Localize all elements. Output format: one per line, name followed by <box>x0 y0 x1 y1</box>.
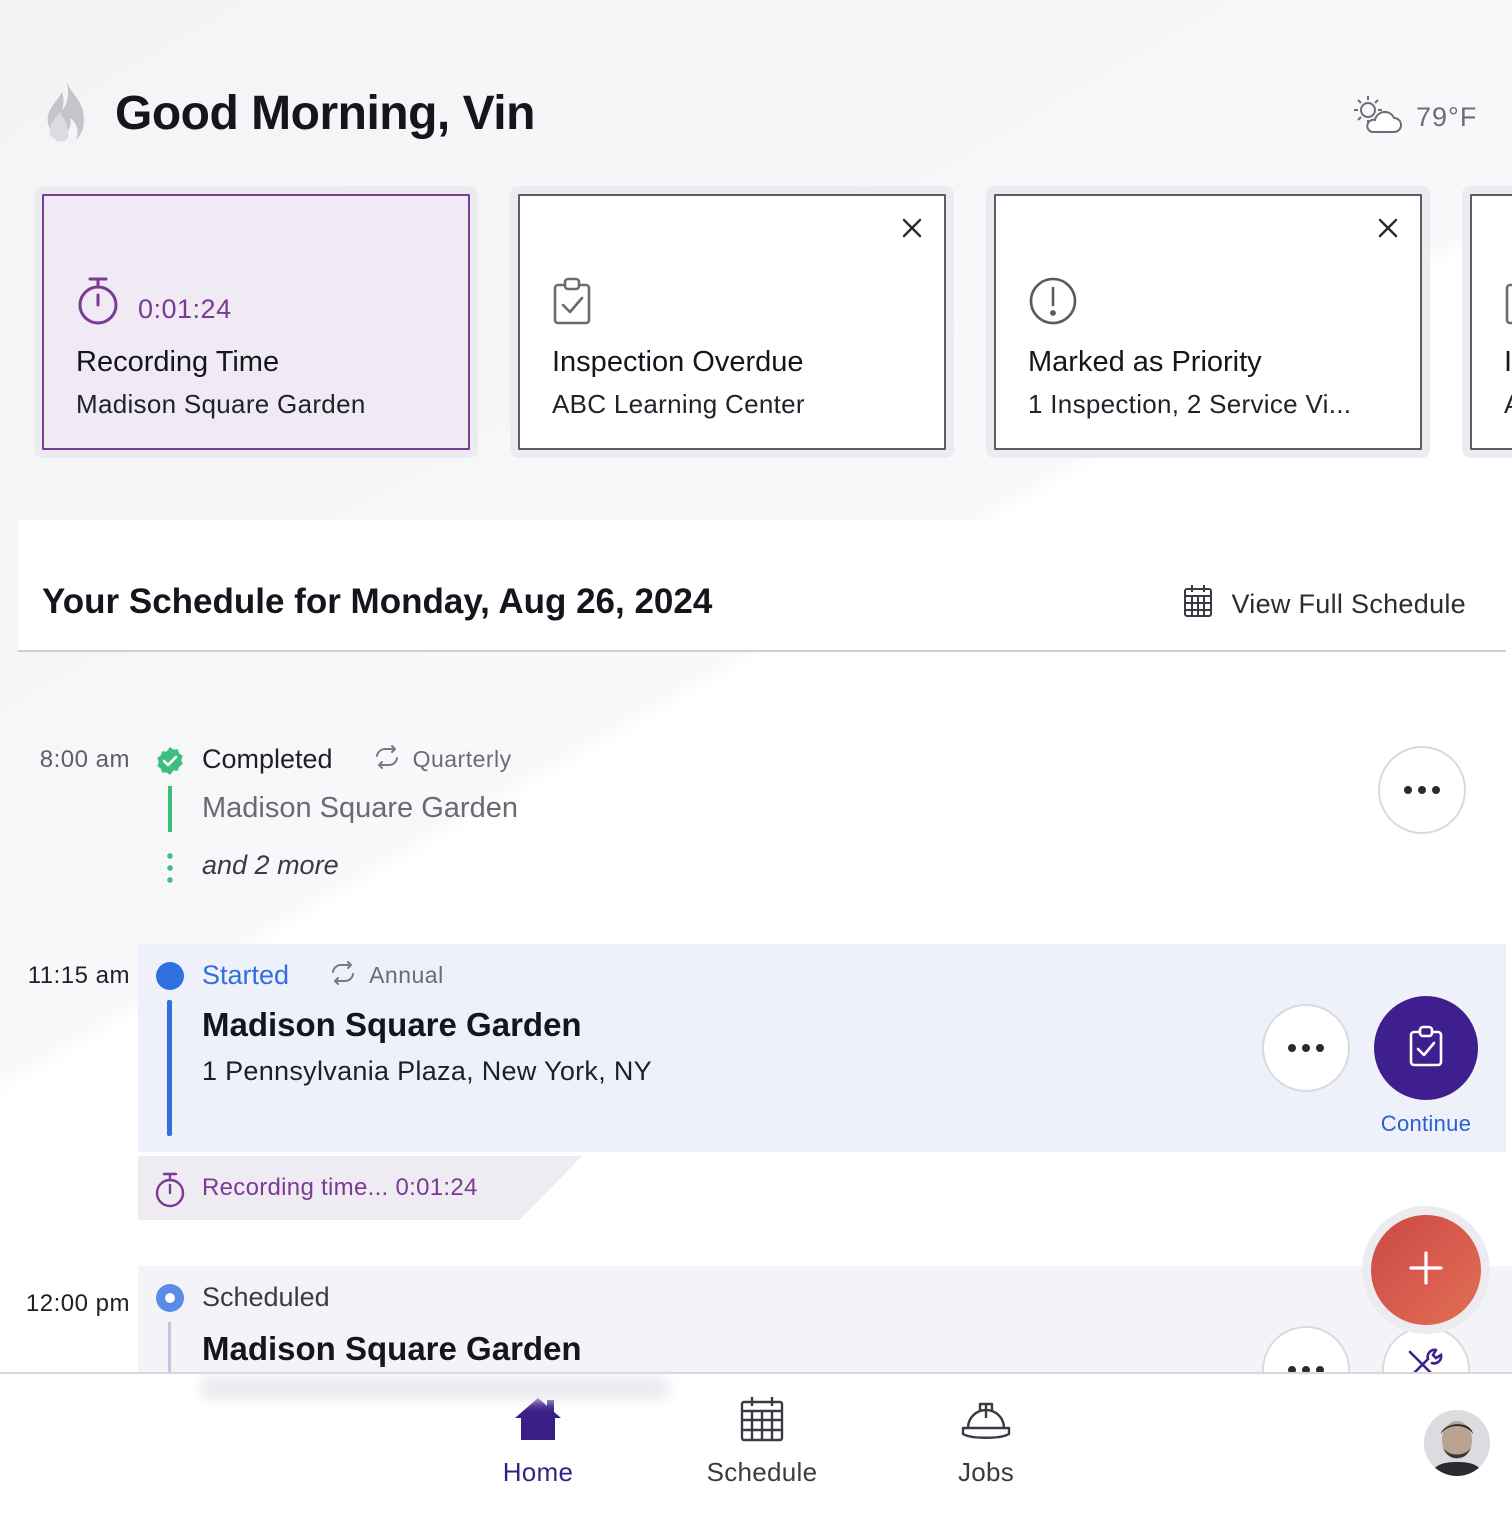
greeting-title: Good Morning, Vin <box>115 87 535 140</box>
recurrence: Annual <box>329 960 444 991</box>
card-subtitle: A <box>1504 389 1512 420</box>
card-timer-value: 0:01:24 <box>138 294 232 324</box>
plus-icon <box>1408 1250 1444 1291</box>
more-options-button[interactable] <box>1262 1004 1350 1092</box>
recording-time-value: 0:01:24 <box>395 1174 478 1201</box>
view-full-schedule-label: View Full Schedule <box>1231 589 1466 619</box>
user-avatar[interactable] <box>1424 1410 1490 1476</box>
nav-label: Jobs <box>957 1457 1015 1487</box>
continue-button[interactable] <box>1374 996 1478 1100</box>
weather-temperature: 79°F <box>1416 102 1478 132</box>
card-partial[interactable]: I A <box>1462 186 1512 458</box>
nav-label: Schedule <box>706 1457 818 1487</box>
clipboard-check-icon <box>552 276 592 331</box>
recording-label: Recording time... <box>202 1174 389 1201</box>
recording-time-strip[interactable]: Recording time... 0:01:24 <box>138 1156 582 1220</box>
schedule-entry-started[interactable]: Started Annual Madison Square Garden 1 P… <box>138 944 1506 1152</box>
clipboard-check-icon <box>1409 1025 1443 1072</box>
hard-hat-icon <box>960 1396 1012 1447</box>
status-dot-icon <box>156 1284 184 1312</box>
recurrence: Quarterly <box>373 744 512 775</box>
entry-location: Madison Square Garden <box>202 1006 582 1043</box>
card-inspection-overdue[interactable]: Inspection Overdue ABC Learning Center <box>510 186 954 458</box>
calendar-icon <box>1183 584 1213 625</box>
entry-time: 8:00 am <box>39 746 130 773</box>
schedule-header: Your Schedule for Monday, Aug 26, 2024 V… <box>18 520 1506 652</box>
card-marked-priority[interactable]: Marked as Priority 1 Inspection, 2 Servi… <box>986 186 1430 458</box>
flame-logo-icon <box>38 76 94 146</box>
card-subtitle: Madison Square Garden <box>76 389 366 419</box>
schedule-entry-scheduled[interactable]: Scheduled Madison Square Garden <box>138 1266 1512 1414</box>
card-subtitle: ABC Learning Center <box>552 389 805 419</box>
repeat-icon <box>329 960 357 991</box>
scroll-shadow <box>200 1376 670 1400</box>
entry-time: 12:00 pm <box>25 1290 130 1317</box>
continue-label[interactable]: Continue <box>1366 1111 1486 1137</box>
status-label: Scheduled <box>202 1282 330 1312</box>
nav-label: Home <box>502 1457 574 1487</box>
add-button[interactable] <box>1371 1215 1481 1325</box>
entry-location: Madison Square Garden <box>202 1330 582 1367</box>
repeat-icon <box>373 744 401 775</box>
schedule-title: Your Schedule for Monday, Aug 26, 2024 <box>42 582 713 621</box>
stopwatch-icon <box>154 1172 186 1213</box>
calendar-icon <box>740 1396 784 1447</box>
status-dot-icon <box>156 962 184 990</box>
home-icon <box>513 1396 563 1447</box>
entry-more[interactable]: and 2 more <box>202 850 339 881</box>
view-full-schedule-button[interactable]: View Full Schedule <box>1183 584 1466 625</box>
close-icon[interactable] <box>1372 212 1404 244</box>
timeline-line <box>168 786 172 832</box>
nav-item-home[interactable]: Home <box>458 1396 618 1488</box>
timeline-dots <box>167 850 173 886</box>
notification-cards[interactable]: 0:01:24 Recording Time Madison Square Ga… <box>34 186 1512 458</box>
ellipsis-icon <box>1288 1044 1324 1052</box>
timeline-line <box>167 1000 172 1136</box>
alert-circle-icon <box>1028 276 1078 331</box>
check-badge-icon <box>155 746 185 781</box>
nav-item-jobs[interactable]: Jobs <box>906 1396 1066 1488</box>
more-options-button[interactable] <box>1378 746 1466 834</box>
recurrence-label: Annual <box>369 962 444 988</box>
weather-widget: 79°F <box>1350 94 1477 141</box>
stopwatch-icon <box>76 276 120 331</box>
clipboard-check-icon <box>1504 276 1512 331</box>
card-title: I <box>1504 346 1512 378</box>
card-title: Marked as Priority <box>1028 346 1262 378</box>
status-label: Started <box>202 960 290 990</box>
entry-location: Madison Square Garden <box>202 792 518 824</box>
entry-address: 1 Pennsylvania Plaza, New York, NY <box>202 1056 652 1086</box>
schedule-entry-completed[interactable]: Completed Quarterly Madison Square Garde… <box>140 700 1512 920</box>
close-icon[interactable] <box>896 212 928 244</box>
nav-item-schedule[interactable]: Schedule <box>682 1396 842 1488</box>
recurrence-label: Quarterly <box>412 746 512 772</box>
entry-time: 11:15 am <box>27 962 130 989</box>
card-title: Inspection Overdue <box>552 346 804 378</box>
card-title: Recording Time <box>76 346 280 378</box>
partly-cloudy-icon <box>1350 94 1402 141</box>
ellipsis-icon <box>1404 786 1440 794</box>
status-label: Completed <box>202 744 333 774</box>
card-subtitle: 1 Inspection, 2 Service Vi... <box>1028 389 1352 419</box>
card-recording-time[interactable]: 0:01:24 Recording Time Madison Square Ga… <box>34 186 478 458</box>
timeline-line <box>168 1322 171 1376</box>
